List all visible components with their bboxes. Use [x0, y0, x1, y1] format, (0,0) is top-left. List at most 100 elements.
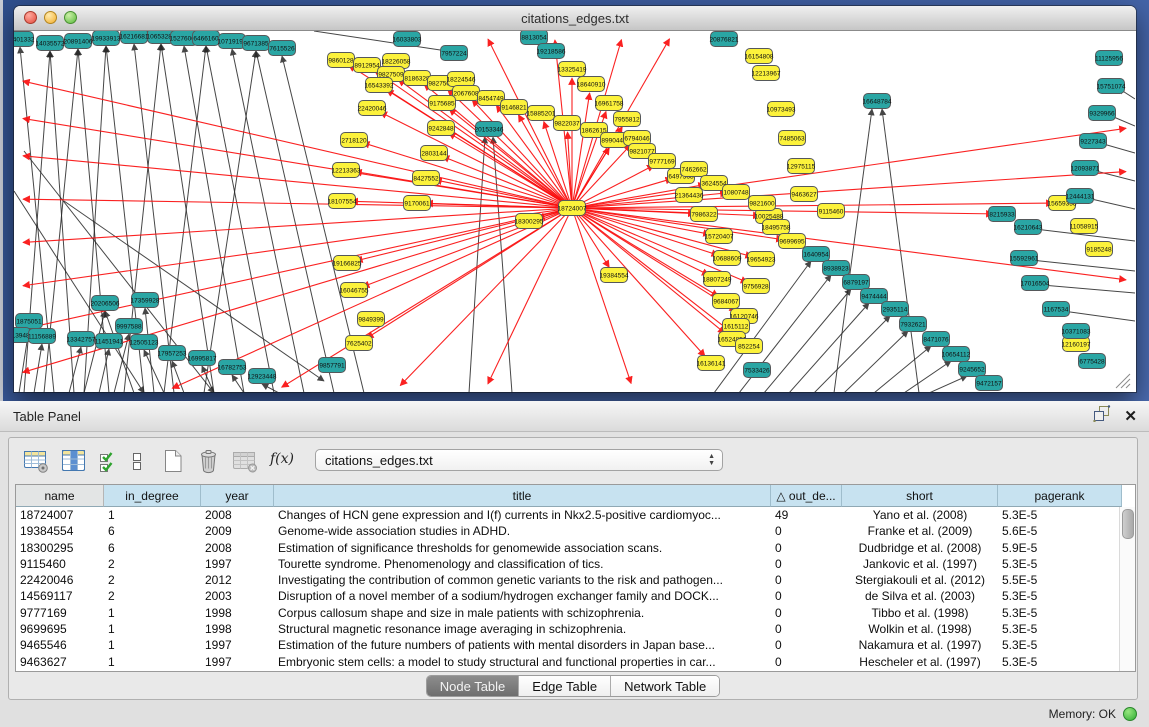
graph-node[interactable]: 2067608 — [453, 86, 480, 101]
graph-node[interactable]: 9857791 — [319, 358, 346, 373]
graph-node[interactable]: 8471076 — [923, 332, 950, 347]
graph-node[interactable]: 12505123 — [130, 335, 159, 350]
graph-node[interactable]: 1640954 — [803, 247, 830, 262]
graph-edge-selected[interactable] — [572, 203, 1053, 208]
graph-node[interactable]: 9684067 — [713, 294, 740, 309]
graph-node[interactable]: 11058915 — [1070, 219, 1099, 234]
graph-node[interactable]: 18224546 — [447, 72, 476, 87]
graph-edge-selected[interactable] — [23, 208, 572, 286]
graph-node[interactable]: 10688609 — [713, 251, 742, 266]
graph-node[interactable]: 9474444 — [861, 289, 888, 304]
graph-edge[interactable] — [314, 31, 447, 51]
table-row[interactable]: 911546021997Tourette syndrome. Phenomeno… — [16, 556, 1135, 572]
graph-edge-selected[interactable] — [23, 208, 572, 242]
close-panel-icon[interactable]: ✕ — [1124, 409, 1137, 424]
graph-edge[interactable] — [874, 346, 931, 392]
tab-edge-table[interactable]: Edge Table — [519, 676, 611, 696]
graph-node[interactable]: 19166825 — [333, 256, 362, 271]
graph-node[interactable]: 15592961 — [1010, 251, 1039, 266]
graph-node[interactable]: 6775428 — [1079, 354, 1106, 369]
graph-node[interactable]: 11125956 — [1095, 51, 1123, 66]
graph-edge-selected[interactable] — [400, 208, 572, 386]
column-settings-icon[interactable] — [61, 447, 87, 474]
graph-node[interactable]: 7986322 — [691, 207, 718, 222]
column-header-name[interactable]: name — [16, 485, 104, 507]
table-settings-icon[interactable] — [23, 447, 50, 474]
graph-node[interactable]: 18300295 — [515, 214, 544, 229]
graph-node[interactable]: 16210643 — [1014, 220, 1043, 235]
graph-node[interactable]: 12093871 — [1071, 161, 1100, 176]
graph-node[interactable]: 16961758 — [595, 96, 624, 111]
graph-node[interactable]: 8912954 — [354, 58, 381, 73]
graph-node[interactable]: 18640910 — [577, 77, 606, 92]
graph-node[interactable]: 16648784 — [863, 94, 892, 109]
close-window-button[interactable] — [24, 11, 37, 24]
graph-node[interactable]: 16136141 — [697, 356, 726, 371]
graph-node[interactable]: 16782753 — [218, 360, 247, 375]
graph-node[interactable]: 9472157 — [976, 376, 1003, 391]
graph-node[interactable]: 9245652 — [959, 362, 986, 377]
graph-node[interactable]: 10973493 — [767, 102, 796, 117]
graph-node[interactable]: 9146821 — [501, 100, 528, 115]
graph-node[interactable]: 16543392 — [365, 78, 394, 93]
graph-node[interactable]: 9821600 — [749, 196, 776, 211]
graph-node[interactable]: 9185248 — [1086, 242, 1113, 257]
graph-node[interactable]: 20153346 — [475, 122, 504, 137]
graph-node[interactable]: 10371083 — [1062, 324, 1091, 339]
graph-node[interactable]: 9671385 — [243, 36, 270, 51]
column-header-out_de[interactable]: △ out_de... — [771, 485, 842, 507]
graph-hub-node[interactable]: 18724007 — [558, 201, 587, 216]
column-header-short[interactable]: short — [842, 485, 998, 507]
scrollbar-thumb[interactable] — [1122, 509, 1134, 539]
graph-node[interactable]: 2935114 — [882, 302, 909, 317]
graph-node[interactable]: 9849399 — [358, 312, 385, 327]
select-columns-icon[interactable] — [98, 447, 119, 474]
zoom-window-button[interactable] — [64, 11, 77, 24]
graph-node[interactable]: 9175685 — [429, 96, 456, 111]
graph-node[interactable]: 9860128 — [328, 53, 355, 68]
graph-node[interactable]: 17957253 — [158, 346, 187, 361]
graph-node[interactable]: 7932621 — [900, 317, 927, 332]
column-header-in_degree[interactable]: in_degree — [104, 485, 201, 507]
graph-node[interactable]: 20206506 — [91, 296, 120, 311]
graph-node[interactable]: 10654112 — [942, 347, 971, 362]
graph-edge-selected[interactable] — [572, 93, 590, 208]
graph-node[interactable]: 12923448 — [248, 369, 277, 384]
delete-icon[interactable] — [196, 447, 221, 474]
graph-node[interactable]: 7957224 — [441, 46, 468, 61]
graph-node[interactable]: 12975115 — [787, 159, 816, 174]
graph-node[interactable]: 7462662 — [681, 162, 708, 177]
graph-node[interactable]: 12213967 — [752, 66, 781, 81]
graph-node[interactable]: 16995817 — [188, 351, 217, 366]
graph-edge[interactable] — [204, 51, 256, 392]
graph-edge[interactable] — [814, 316, 890, 392]
table-row[interactable]: 1456911722003Disruption of a novel membe… — [16, 588, 1135, 604]
graph-node[interactable]: 8186328 — [404, 71, 431, 86]
graph-node[interactable]: 12444131 — [1066, 189, 1095, 204]
graph-node[interactable]: 9227343 — [1080, 134, 1107, 149]
graph-edge-selected[interactable] — [572, 208, 631, 383]
table-row[interactable]: 977716911998Corpus callosum shape and si… — [16, 605, 1135, 621]
graph-edge[interactable] — [184, 46, 244, 392]
graph-node[interactable]: 9115460 — [818, 204, 845, 219]
graph-node[interactable]: 2718120 — [341, 133, 368, 148]
graph-node[interactable]: 15751074 — [1097, 79, 1126, 94]
graph-node[interactable]: 7533426 — [744, 363, 771, 378]
graph-node[interactable]: 7625402 — [346, 336, 373, 351]
row-height-icon[interactable] — [130, 447, 144, 474]
network-table-selector[interactable]: citations_edges.txt ▲▼ — [315, 449, 723, 471]
tab-node-table[interactable]: Node Table — [427, 676, 520, 696]
vertical-scrollbar[interactable] — [1119, 507, 1135, 671]
graph-node[interactable]: 9997588 — [116, 319, 143, 334]
column-header-pagerank[interactable]: pagerank — [998, 485, 1122, 507]
graph-node[interactable]: 11451941 — [95, 334, 124, 349]
graph-edge[interactable] — [834, 109, 872, 392]
graph-node[interactable]: 8813054 — [521, 31, 548, 45]
graph-edge[interactable] — [1063, 311, 1135, 321]
graph-edge[interactable] — [99, 349, 109, 392]
graph-node[interactable]: 6879197 — [843, 275, 870, 290]
graph-node[interactable]: 7485063 — [779, 131, 806, 146]
graph-edge[interactable] — [1042, 285, 1135, 293]
graph-edge[interactable] — [929, 376, 967, 392]
graph-node[interactable]: 9463627 — [791, 187, 818, 202]
